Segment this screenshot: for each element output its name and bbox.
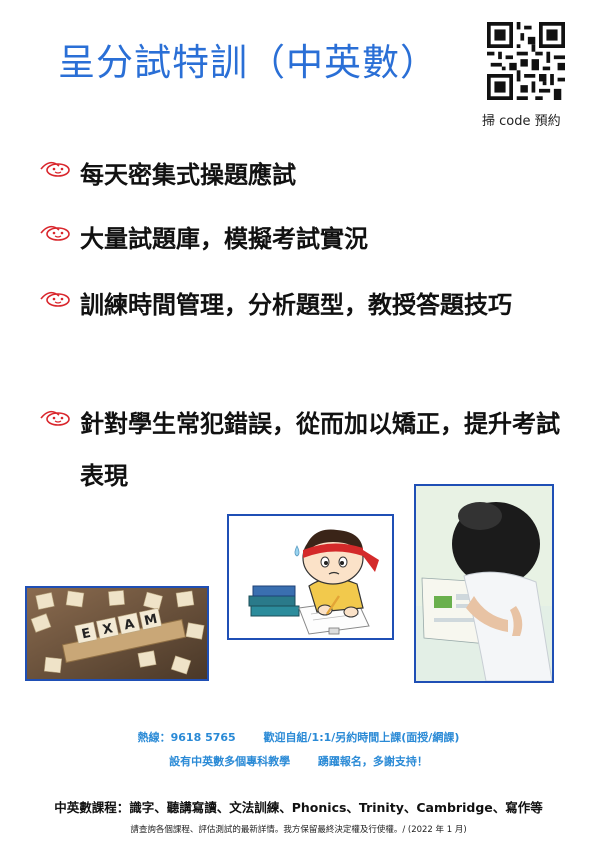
contact-line: 熱線：9618 5765 歡迎自組/1:1/另約時間上課(面授/網課) xyxy=(0,729,597,745)
child-studying-photo xyxy=(414,484,554,683)
bullet-text: 每天密集式操題應試 xyxy=(80,161,296,189)
exam-tiles-illustration: E X A M xyxy=(27,588,207,679)
hotline-text: 熱線：9618 5765 xyxy=(137,731,236,744)
cartoon-student-illustration xyxy=(229,516,392,638)
bullet-item: 大量試題庫，模擬考試實況 xyxy=(38,213,560,265)
page-title: 呈分試特訓（中英數） xyxy=(58,41,438,84)
bullet-face-icon xyxy=(40,291,70,307)
qr-caption: 掃 code 預約 xyxy=(482,114,561,129)
enrolment-line: 設有中英數多個專科教學 踴躍報名，多謝支持！ xyxy=(0,753,597,769)
bullet-item: 訓練時間管理，分析題型，教授答題技巧 xyxy=(38,279,560,331)
bullet-item: 每天密集式操題應試 xyxy=(38,149,560,201)
courses-list: 中英數課程：識字、聽講寫讀、文法訓練、Phonics、Trinity、Cambr… xyxy=(54,800,543,815)
class-arrangement-text: 歡迎自組/1:1/另約時間上課(面授/網課) xyxy=(263,731,460,744)
bullet-face-icon xyxy=(40,225,70,241)
bullet-text: 大量試題庫，模擬考試實況 xyxy=(80,225,368,253)
enrol-text: 踴躍報名，多謝支持！ xyxy=(317,755,428,768)
qr-code[interactable] xyxy=(487,22,565,100)
disclaimer-note: 請查詢各個課程、評估測試的最新詳情。我方保留最終決定權及行使權。/ (2022 … xyxy=(130,825,467,835)
exam-tiles-photo: E X A M xyxy=(25,586,209,681)
subjects-text: 設有中英數多個專科教學 xyxy=(169,755,291,768)
bullet-face-icon xyxy=(40,161,70,177)
child-studying-illustration xyxy=(416,486,552,681)
cartoon-student-image xyxy=(227,514,394,640)
bullet-text: 訓練時間管理，分析題型，教授答題技巧 xyxy=(80,291,512,319)
bullet-face-icon xyxy=(40,410,70,426)
